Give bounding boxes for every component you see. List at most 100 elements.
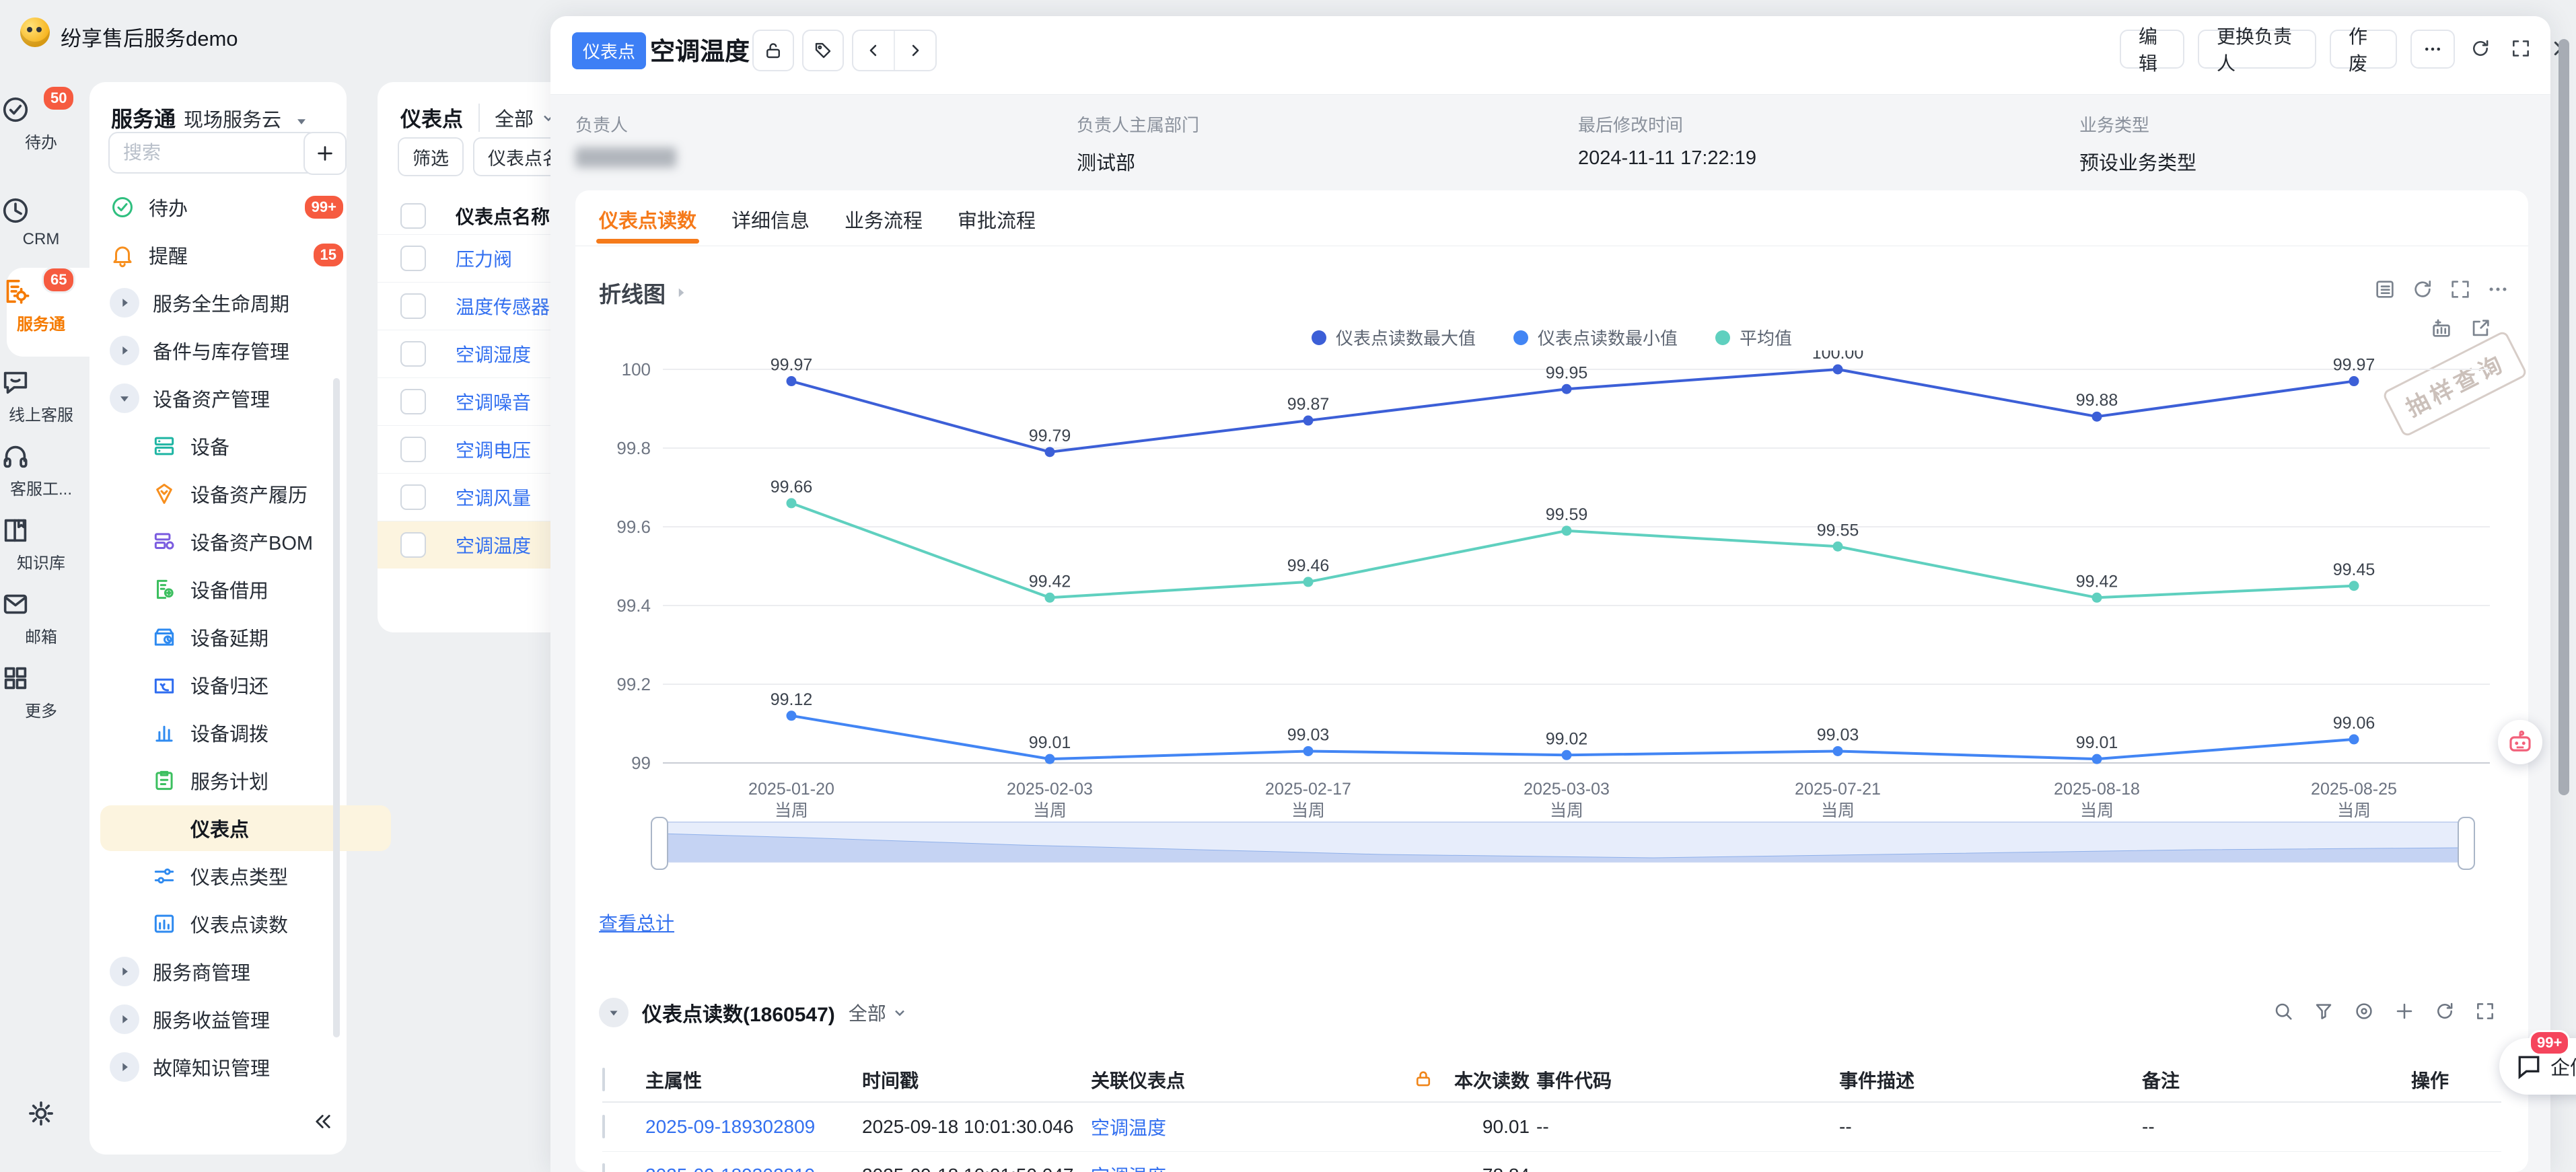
rail-item-待办[interactable]: 待办50 bbox=[0, 94, 82, 153]
row-checkbox[interactable] bbox=[602, 1163, 605, 1172]
add-record-icon[interactable] bbox=[2394, 1000, 2415, 1022]
related-meter-link[interactable]: 空调温度 bbox=[1091, 1113, 1361, 1140]
chevron-down-icon[interactable] bbox=[293, 112, 310, 130]
sidebar-item-设备借用[interactable]: 设备借用 bbox=[100, 566, 391, 612]
row-checkbox[interactable] bbox=[400, 389, 426, 414]
meter-point-link[interactable]: 温度传感器 bbox=[456, 293, 550, 320]
header-checkbox-cell[interactable] bbox=[602, 1069, 645, 1091]
expand-arrow-icon[interactable] bbox=[110, 1004, 139, 1034]
invalidate-button[interactable]: 作废 bbox=[2330, 30, 2397, 69]
list-scope-dropdown[interactable]: 全部 bbox=[478, 104, 557, 132]
data-point[interactable] bbox=[2349, 376, 2359, 386]
rail-item-客服工...[interactable]: 客服工... bbox=[0, 441, 82, 499]
refresh-icon[interactable] bbox=[2470, 38, 2491, 59]
data-point[interactable] bbox=[1833, 365, 1843, 375]
sidebar-item-仪表点读数[interactable]: 仪表点读数 bbox=[100, 901, 391, 947]
rail-item-更多[interactable]: 更多 bbox=[0, 663, 82, 721]
sidebar-item-设备[interactable]: 设备 bbox=[100, 423, 391, 469]
chart-datazoom-slider[interactable] bbox=[657, 821, 2468, 863]
previous-record-button[interactable] bbox=[853, 31, 895, 70]
tab-仪表点读数[interactable]: 仪表点读数 bbox=[599, 205, 696, 233]
chevron-right-icon[interactable] bbox=[672, 284, 690, 301]
sidebar-item-备件与库存管理[interactable]: 备件与库存管理 bbox=[100, 328, 349, 373]
next-record-button[interactable] bbox=[895, 31, 935, 70]
change-owner-button[interactable]: 更换负责人 bbox=[2198, 30, 2316, 69]
sidebar-item-服务全生命周期[interactable]: 服务全生命周期 bbox=[100, 280, 349, 326]
rail-item-知识库[interactable]: 知识库 bbox=[0, 515, 82, 573]
related-meter-link[interactable]: 空调温度 bbox=[1091, 1162, 1361, 1172]
sidebar-item-故障知识管理[interactable]: 故障知识管理 bbox=[100, 1044, 349, 1090]
chart-table-view-icon[interactable] bbox=[2373, 278, 2396, 301]
filter-icon[interactable] bbox=[2313, 1000, 2334, 1022]
sidebar-item-设备资产管理[interactable]: 设备资产管理 bbox=[100, 375, 349, 421]
sidebar-item-服务收益管理[interactable]: 服务收益管理 bbox=[100, 996, 349, 1042]
row-checkbox[interactable] bbox=[400, 532, 426, 558]
data-point[interactable] bbox=[2349, 734, 2359, 744]
data-point[interactable] bbox=[1562, 750, 1572, 760]
row-checkbox[interactable] bbox=[400, 484, 426, 510]
sidebar-item-待办[interactable]: 待办99+ bbox=[100, 184, 349, 230]
select-all-checkbox[interactable] bbox=[602, 1068, 605, 1091]
data-point[interactable] bbox=[2092, 412, 2102, 422]
legend-item-仪表点读数最大值[interactable]: 仪表点读数最大值 bbox=[1312, 325, 1476, 350]
view-total-link[interactable]: 查看总计 bbox=[599, 909, 674, 936]
sidebar-title-sub[interactable]: 现场服务云 bbox=[184, 110, 281, 131]
row-checkbox-cell[interactable] bbox=[602, 1116, 645, 1138]
rail-item-邮箱[interactable]: 邮箱 bbox=[0, 589, 82, 647]
chart-more-icon[interactable] bbox=[2486, 278, 2509, 301]
view-settings-icon[interactable] bbox=[2353, 1000, 2375, 1022]
data-point[interactable] bbox=[1833, 746, 1843, 756]
sidebar-scrollbar[interactable] bbox=[333, 378, 340, 1037]
expand-arrow-icon[interactable] bbox=[110, 288, 139, 318]
readings-scope-value[interactable]: 全部 bbox=[849, 999, 886, 1026]
data-point[interactable] bbox=[1562, 525, 1572, 536]
sidebar-item-设备资产BOM[interactable]: 设备资产BOM bbox=[100, 519, 391, 564]
fullscreen-icon[interactable] bbox=[2474, 1000, 2496, 1022]
sidebar-item-设备归还[interactable]: 设备归还 bbox=[100, 662, 391, 708]
row-checkbox[interactable] bbox=[602, 1115, 605, 1138]
sidebar-add-button[interactable] bbox=[303, 132, 347, 175]
data-point[interactable] bbox=[2092, 593, 2102, 603]
data-point[interactable] bbox=[2092, 754, 2102, 764]
sidebar-item-服务计划[interactable]: 服务计划 bbox=[100, 758, 391, 803]
sidebar-item-服务商管理[interactable]: 服务商管理 bbox=[100, 949, 349, 994]
tab-审批流程[interactable]: 审批流程 bbox=[958, 205, 1036, 233]
sidebar-item-设备延期[interactable]: 设备延期 bbox=[100, 614, 391, 660]
record-link[interactable]: 2025-09-189302809 bbox=[645, 1116, 862, 1138]
refresh-icon[interactable] bbox=[2434, 1000, 2456, 1022]
meter-point-link[interactable]: 空调电压 bbox=[456, 436, 531, 463]
edit-button[interactable]: 编辑 bbox=[2120, 30, 2184, 69]
sidebar-item-设备资产履历[interactable]: 设备资产履历 bbox=[100, 471, 391, 517]
record-link[interactable]: 2025-09-189302819 bbox=[645, 1165, 862, 1172]
expand-collapse-icon[interactable] bbox=[110, 383, 139, 413]
rail-item-服务通[interactable]: 服务通65 bbox=[0, 276, 82, 334]
sidebar-item-仪表点类型[interactable]: 仪表点类型 bbox=[100, 853, 391, 899]
data-point[interactable] bbox=[1303, 416, 1314, 426]
main-scrollbar-thumb[interactable] bbox=[2559, 39, 2569, 795]
robot-assistant-button[interactable] bbox=[2498, 720, 2542, 764]
row-checkbox[interactable] bbox=[400, 437, 426, 462]
chart-refresh-icon[interactable] bbox=[2411, 278, 2434, 301]
qixin-chat-button[interactable]: 99+ 企信 bbox=[2499, 1038, 2576, 1095]
list-scope-value[interactable]: 全部 bbox=[495, 104, 534, 132]
datazoom-right-handle[interactable] bbox=[2458, 817, 2475, 870]
meter-point-link[interactable]: 空调风量 bbox=[456, 484, 531, 511]
meter-point-link[interactable]: 空调温度 bbox=[456, 532, 531, 558]
filter-button[interactable]: 筛选 bbox=[398, 137, 464, 176]
expand-arrow-icon[interactable] bbox=[110, 1052, 139, 1082]
settings-gear-button[interactable] bbox=[26, 1098, 57, 1129]
data-point[interactable] bbox=[2349, 581, 2359, 591]
data-point[interactable] bbox=[787, 498, 797, 508]
search-icon[interactable] bbox=[2273, 1000, 2294, 1022]
expand-arrow-icon[interactable] bbox=[110, 336, 139, 365]
unlock-button[interactable] bbox=[752, 30, 794, 71]
more-actions-button[interactable] bbox=[2410, 30, 2455, 69]
row-checkbox[interactable] bbox=[400, 341, 426, 367]
data-point[interactable] bbox=[787, 710, 797, 721]
datazoom-left-handle[interactable] bbox=[651, 817, 668, 870]
select-all-checkbox[interactable] bbox=[400, 203, 426, 229]
row-checkbox[interactable] bbox=[400, 293, 426, 319]
rail-item-CRM[interactable]: CRM bbox=[0, 195, 82, 249]
sidebar-item-提醒[interactable]: 提醒15 bbox=[100, 232, 349, 278]
expand-arrow-icon[interactable] bbox=[110, 957, 139, 986]
